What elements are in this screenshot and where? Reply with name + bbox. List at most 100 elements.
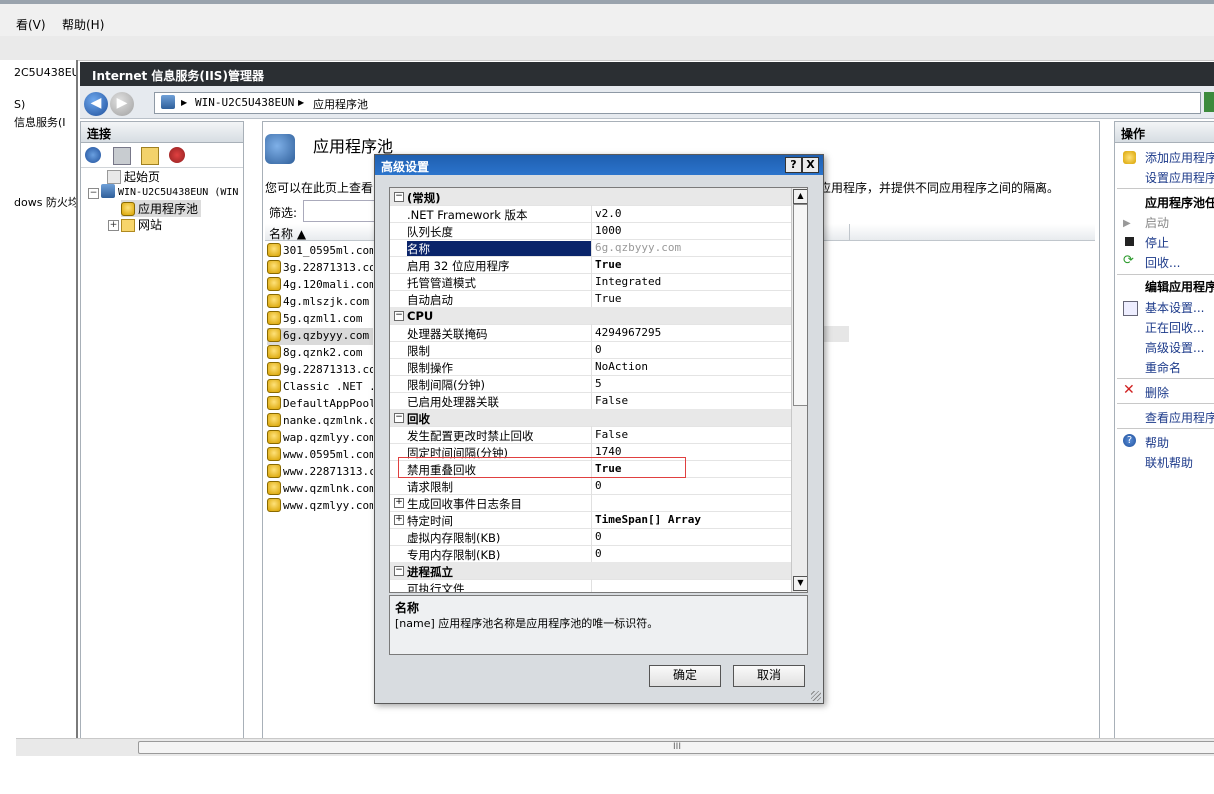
property-row[interactable]: 处理器关联掩码 4294967295	[390, 324, 792, 342]
save-icon[interactable]	[113, 147, 131, 165]
action-start[interactable]: 启动	[1145, 214, 1169, 231]
tree-item-sites[interactable]: 网站	[121, 216, 162, 233]
property-value[interactable]: True	[595, 258, 790, 271]
app-pool-row[interactable]: 3g.22871313.com	[267, 260, 373, 277]
property-row[interactable]: + 生成回收事件日志条目	[390, 494, 792, 512]
property-row[interactable]: + 特定时间 TimeSpan[] Array	[390, 511, 792, 529]
app-pool-row[interactable]: 9g.22871313.com	[267, 362, 373, 379]
action-delete[interactable]: 删除	[1145, 384, 1169, 401]
property-row[interactable]: 启用 32 位应用程序 True	[390, 256, 792, 274]
app-pool-row[interactable]: 301_0595ml.com	[267, 243, 373, 260]
forward-arrow-icon[interactable]: ▶	[110, 92, 134, 116]
property-value[interactable]: NoAction	[595, 360, 790, 373]
action-rename[interactable]: 重命名	[1145, 359, 1181, 376]
property-row[interactable]: 队列长度 1000	[390, 222, 792, 240]
refresh-icon[interactable]	[1204, 92, 1214, 112]
collapse-toggle-icon[interactable]: −	[394, 192, 404, 202]
outer-tree-item[interactable]: dows 防火均	[14, 194, 76, 210]
property-row[interactable]: 自动启动 True	[390, 290, 792, 308]
property-value[interactable]: 0	[595, 530, 790, 543]
property-category[interactable]: − 进程孤立	[390, 562, 792, 580]
ok-button[interactable]: 确定	[649, 665, 721, 687]
property-value[interactable]: 6g.qzbyyy.com	[595, 241, 790, 254]
dialog-titlebar[interactable]: 高级设置 ? X	[375, 155, 823, 175]
action-view-apps[interactable]: 查看应用程序	[1145, 409, 1214, 426]
app-pool-row[interactable]: 8g.qznk2.com	[267, 345, 373, 362]
action-recycle[interactable]: 回收...	[1145, 254, 1180, 271]
dialog-help-button[interactable]: ?	[785, 157, 802, 173]
breadcrumb-app-pools[interactable]: 应用程序池	[313, 96, 368, 112]
folder-up-icon[interactable]	[141, 147, 159, 165]
breadcrumb-server[interactable]: WIN-U2C5U438EUN	[195, 96, 294, 109]
scrollbar-thumb[interactable]: III	[138, 741, 1214, 754]
globe-connect-icon[interactable]	[85, 147, 101, 163]
property-row[interactable]: 限制 0	[390, 341, 792, 359]
action-recycling[interactable]: 正在回收...	[1145, 319, 1204, 336]
tree-collapse-toggle[interactable]: −	[88, 188, 99, 199]
horizontal-scrollbar[interactable]: III	[16, 738, 1214, 756]
menu-view[interactable]: 看(V)	[16, 16, 46, 33]
app-pool-row[interactable]: 4g.mlszjk.com	[267, 294, 373, 311]
property-row[interactable]: 限制操作 NoAction	[390, 358, 792, 376]
property-value[interactable]: 1000	[595, 224, 790, 237]
property-row[interactable]: 已启用处理器关联 False	[390, 392, 792, 410]
property-row[interactable]: 发生配置更改时禁止回收 False	[390, 426, 792, 444]
property-value[interactable]: False	[595, 428, 790, 441]
property-value[interactable]: 5	[595, 377, 790, 390]
action-online-help[interactable]: 联机帮助	[1145, 454, 1193, 471]
property-row[interactable]: .NET Framework 版本 v2.0	[390, 205, 792, 223]
disconnect-icon[interactable]	[169, 147, 185, 163]
property-value[interactable]: Integrated	[595, 275, 790, 288]
action-add-pool[interactable]: 添加应用程序	[1145, 149, 1214, 166]
property-category[interactable]: − 回收	[390, 409, 792, 427]
property-value[interactable]: v2.0	[595, 207, 790, 220]
cancel-button[interactable]: 取消	[733, 665, 805, 687]
menu-help[interactable]: 帮助(H)	[62, 16, 104, 33]
app-pool-row[interactable]: DefaultAppPool	[267, 396, 373, 413]
tree-item-start-page[interactable]: 起始页	[107, 168, 160, 185]
app-pool-row[interactable]: nanke.qzmlnk.com	[267, 413, 373, 430]
outer-tree-item[interactable]: S)	[14, 98, 76, 111]
property-row[interactable]: 限制间隔(分钟) 5	[390, 375, 792, 393]
action-set-defaults[interactable]: 设置应用程序	[1145, 169, 1214, 186]
back-arrow-icon[interactable]: ◀	[84, 92, 108, 116]
scroll-thumb[interactable]	[793, 204, 807, 406]
app-pool-row[interactable]: www.qzmlnk.com	[267, 481, 373, 498]
action-stop[interactable]: 停止	[1145, 234, 1169, 251]
property-value[interactable]: TimeSpan[] Array	[595, 513, 790, 526]
property-value[interactable]: 4294967295	[595, 326, 790, 339]
app-pool-row[interactable]: wap.qzmlyy.com	[267, 430, 373, 447]
collapse-toggle-icon[interactable]: −	[394, 311, 404, 321]
column-name[interactable]: 名称 ▲	[269, 225, 306, 242]
property-row[interactable]: 托管管道模式 Integrated	[390, 273, 792, 291]
property-value[interactable]: 0	[595, 343, 790, 356]
property-row[interactable]: 名称 6g.qzbyyy.com	[390, 239, 792, 257]
outer-tree-item[interactable]: 2C5U438EU	[14, 66, 76, 79]
tree-item-server[interactable]: WIN-U2C5U438EUN (WIN	[101, 184, 238, 198]
tree-expand-toggle[interactable]: +	[108, 220, 119, 231]
property-value[interactable]: False	[595, 394, 790, 407]
app-pool-row[interactable]: 4g.120mali.com	[267, 277, 373, 294]
property-value[interactable]: 0	[595, 547, 790, 560]
action-help[interactable]: 帮助	[1145, 434, 1169, 451]
expand-toggle-icon[interactable]: +	[394, 515, 404, 525]
collapse-toggle-icon[interactable]: −	[394, 566, 404, 576]
app-pool-row[interactable]: 6g.qzbyyy.com	[267, 328, 373, 345]
app-pool-row[interactable]: www.22871313.com	[267, 464, 373, 481]
app-pool-row[interactable]: www.0595ml.com	[267, 447, 373, 464]
dialog-close-button[interactable]: X	[802, 157, 819, 173]
scroll-down-icon[interactable]: ▼	[793, 576, 807, 591]
breadcrumb[interactable]: ▶ WIN-U2C5U438EUN ▶ 应用程序池	[154, 92, 1201, 114]
property-row[interactable]: 虚拟内存限制(KB) 0	[390, 528, 792, 546]
collapse-toggle-icon[interactable]: −	[394, 413, 404, 423]
filter-input[interactable]	[303, 200, 377, 222]
tree-item-app-pools[interactable]: 应用程序池	[121, 200, 202, 217]
app-pool-row[interactable]: 5g.qzml1.com	[267, 311, 373, 328]
app-pool-row[interactable]: Classic .NET ...	[267, 379, 373, 396]
action-advanced-settings[interactable]: 高级设置...	[1145, 339, 1204, 356]
property-row[interactable]: 请求限制 0	[390, 477, 792, 495]
outer-tree-item[interactable]: 信息服务(I	[14, 114, 76, 130]
property-row[interactable]: 专用内存限制(KB) 0	[390, 545, 792, 563]
expand-toggle-icon[interactable]: +	[394, 498, 404, 508]
property-row[interactable]: 可执行文件	[390, 579, 792, 592]
